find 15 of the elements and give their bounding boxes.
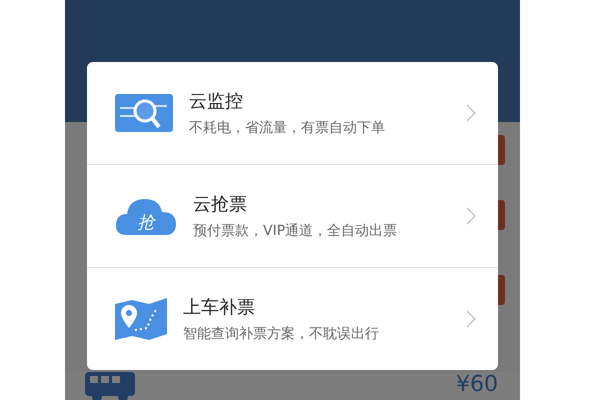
option-item[interactable]: 上车补票 智能查询补票方案，不耽误出行 <box>87 267 498 370</box>
chevron-icon <box>466 104 476 122</box>
option-subtitle: 不耗电，省流量，有票自动下单 <box>189 119 386 137</box>
option-title: 云抢票 <box>193 193 248 216</box>
option-item[interactable]: 抢 云抢票 预付票款，VIP通道，全自动出票 <box>87 164 498 267</box>
option-item[interactable]: 云监控 不耗电，省流量，有票自动下单 <box>87 62 498 164</box>
ticket-price: ¥60 <box>456 372 498 397</box>
magnifier-card-icon <box>115 94 173 132</box>
chevron-icon <box>466 207 476 225</box>
chevron-icon <box>466 310 476 328</box>
map-pin-icon <box>115 298 167 340</box>
option-title: 上车补票 <box>183 296 256 319</box>
option-subtitle: 预付票款，VIP通道，全自动出票 <box>193 222 398 240</box>
option-subtitle: 智能查询补票方案，不耽误出行 <box>183 325 380 343</box>
option-title: 云监控 <box>189 90 244 113</box>
